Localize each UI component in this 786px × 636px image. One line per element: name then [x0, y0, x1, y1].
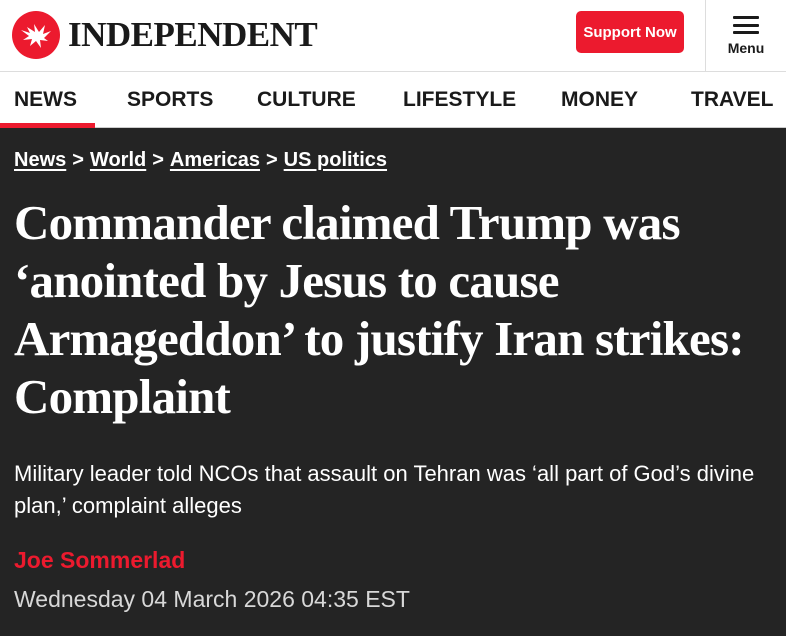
- nav-item-lifestyle[interactable]: LIFESTYLE: [403, 72, 516, 128]
- support-now-button[interactable]: Support Now: [576, 11, 684, 53]
- site-logo[interactable]: INDEPENDENT: [12, 10, 318, 60]
- menu-label: Menu: [727, 40, 765, 56]
- nav-item-sports[interactable]: SPORTS: [127, 72, 213, 128]
- author-byline[interactable]: Joe Sommerlad: [14, 547, 185, 574]
- publish-date: Wednesday 04 March 2026 04:35 EST: [14, 586, 410, 612]
- menu-button[interactable]: Menu: [705, 0, 786, 72]
- breadcrumb-link-us-politics[interactable]: US politics: [284, 149, 387, 171]
- hamburger-icon: [733, 16, 759, 34]
- article-headline: Commander claimed Trump was ‘anointed by…: [14, 195, 745, 424]
- section-nav: NEWS SPORTS CULTURE LIFESTYLE MONEY TRAV…: [0, 72, 786, 128]
- eagle-icon: [12, 11, 60, 59]
- nav-item-news[interactable]: NEWS: [0, 72, 95, 128]
- breadcrumb-link-news[interactable]: News: [14, 149, 66, 171]
- nav-item-culture[interactable]: CULTURE: [257, 72, 356, 128]
- breadcrumb: News > World > Americas > US politics: [14, 149, 387, 172]
- breadcrumb-link-world[interactable]: World: [90, 149, 146, 171]
- breadcrumb-separator: >: [152, 149, 164, 171]
- site-header: INDEPENDENT Support Now Menu: [0, 0, 786, 72]
- logo-wordmark: INDEPENDENT: [68, 15, 318, 54]
- breadcrumb-separator: >: [72, 149, 84, 171]
- nav-item-money[interactable]: MONEY: [561, 72, 638, 128]
- breadcrumb-separator: >: [265, 149, 278, 171]
- article-standfirst: Military leader told NCOs that assault o…: [14, 461, 755, 518]
- breadcrumb-link-americas[interactable]: Americas: [170, 149, 260, 171]
- nav-item-travel[interactable]: TRAVEL: [691, 72, 773, 128]
